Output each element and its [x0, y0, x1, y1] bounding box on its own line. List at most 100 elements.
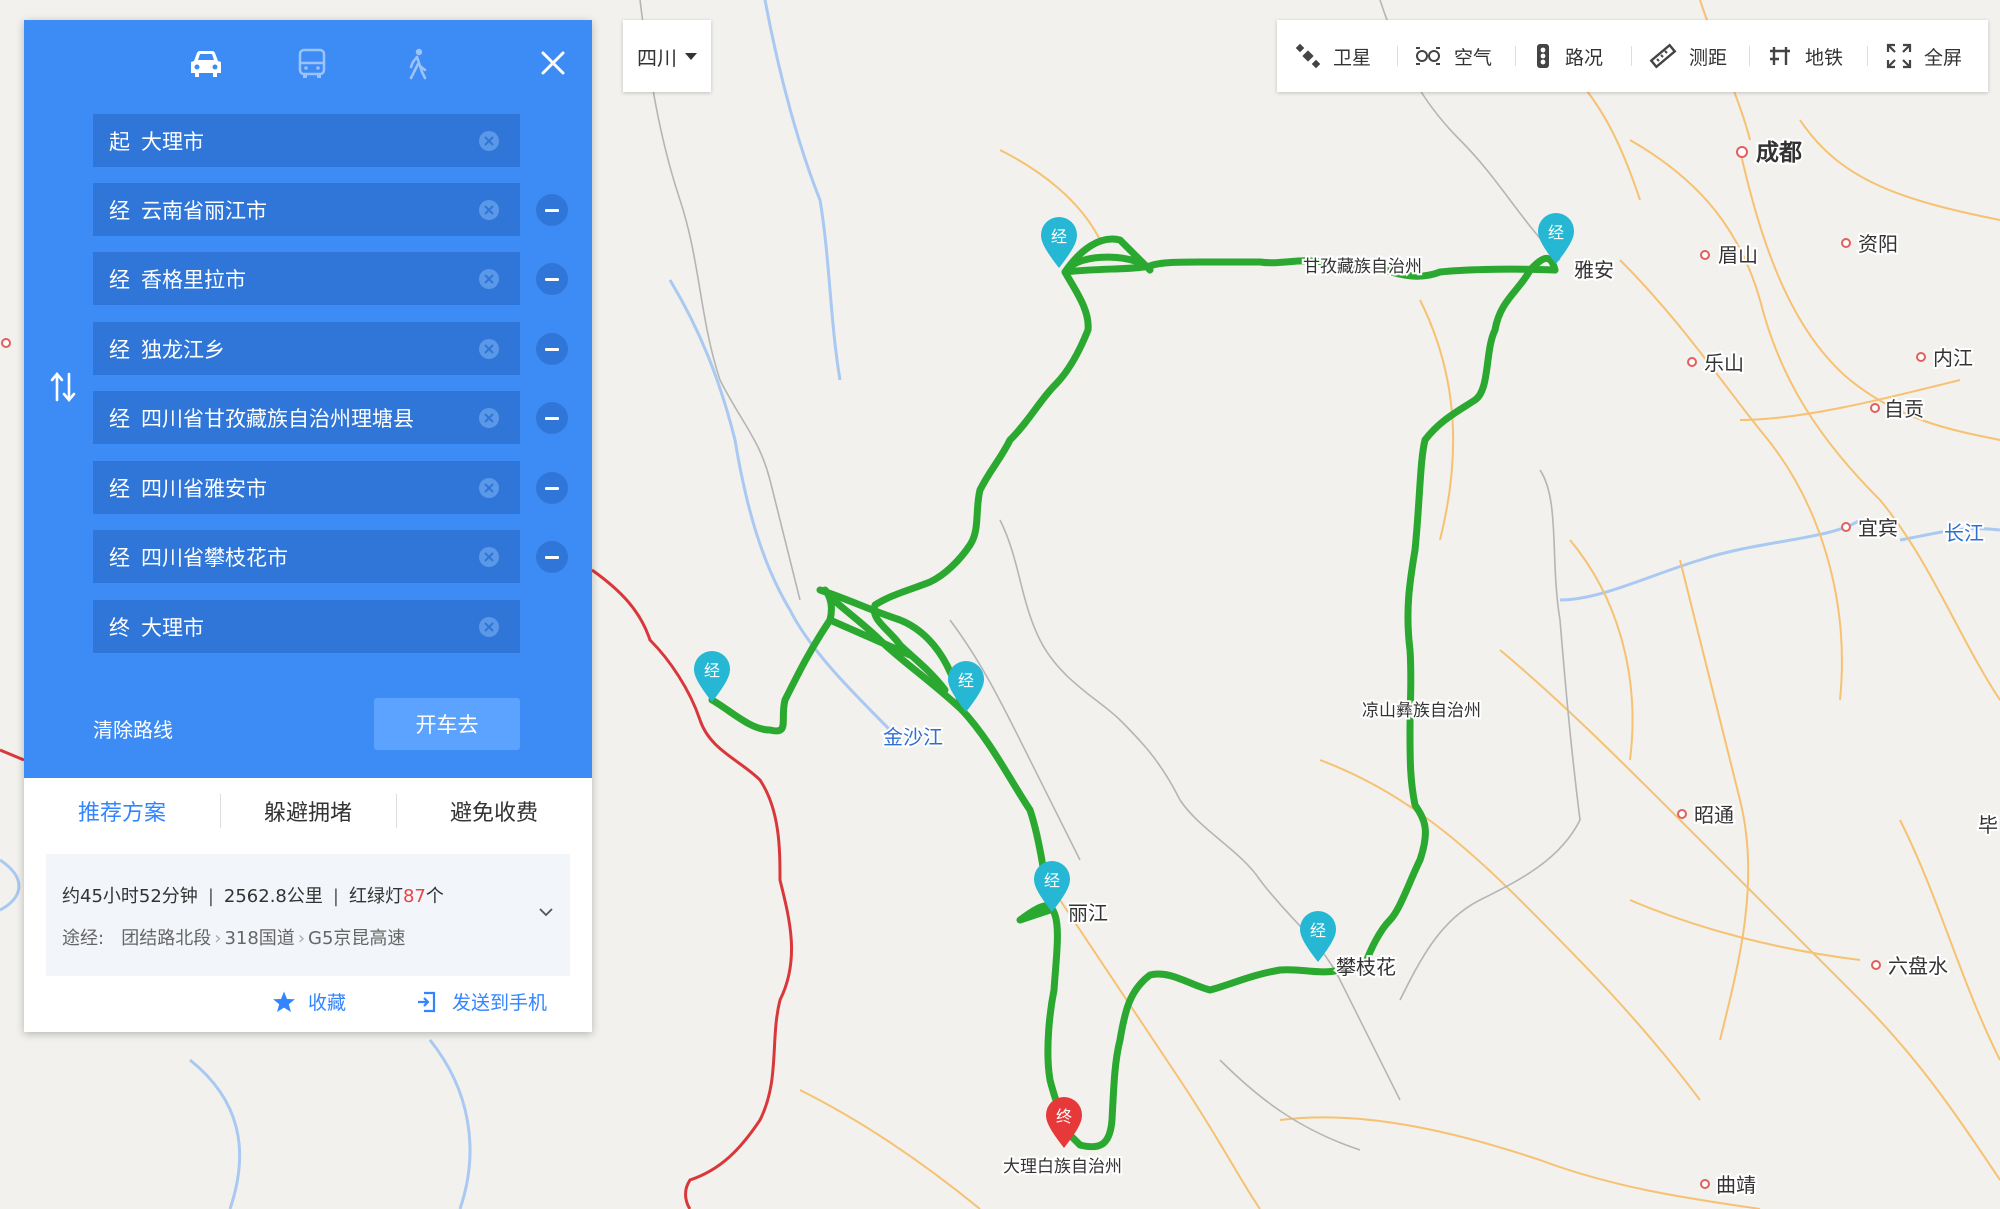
clear-field-icon[interactable]	[478, 338, 500, 360]
via-road: G5京昆高速	[308, 928, 406, 949]
drive-button[interactable]: 开车去	[374, 698, 520, 750]
swap-icon	[50, 371, 76, 403]
via-field-4[interactable]: 经 四川省甘孜藏族自治州理塘县	[93, 391, 520, 444]
air-quality-button[interactable]: 空气	[1414, 20, 1492, 92]
swap-route-button[interactable]	[48, 370, 78, 404]
caret-down-icon	[685, 52, 697, 60]
via-label: 途经:	[62, 928, 105, 949]
traffic-lights-unit: 个	[425, 886, 444, 907]
chevron-down-icon[interactable]	[538, 904, 554, 920]
measure-label: 测距	[1689, 46, 1728, 69]
route-summary-card[interactable]: 约45小时52分钟 | 2562.8公里 | 红绿灯87个 途经: 团结路北段 › 318国…	[46, 854, 570, 976]
tool-divider	[1867, 46, 1868, 66]
svg-text:成都: 成都	[1756, 140, 1802, 166]
svg-text:曲靖: 曲靖	[1716, 1173, 1756, 1197]
clear-field-icon[interactable]	[478, 407, 500, 429]
air-quality-icon	[1416, 47, 1440, 65]
waypoint-value: 四川省攀枝花市	[141, 545, 288, 570]
via-field-6[interactable]: 经 四川省攀枝花市	[93, 530, 520, 583]
waypoint-prefix: 经	[109, 406, 130, 431]
send-to-phone-icon	[418, 991, 436, 1012]
traffic-button[interactable]: 路况	[1533, 20, 1603, 92]
remove-via-button-2[interactable]	[536, 263, 568, 295]
svg-text:宜宾: 宜宾	[1858, 516, 1898, 540]
remove-via-button-4[interactable]	[536, 402, 568, 434]
measure-button[interactable]: 测距	[1649, 20, 1727, 92]
satellite-label: 卫星	[1333, 46, 1372, 69]
via-field-5[interactable]: 经 四川省雅安市	[93, 461, 520, 514]
svg-text:内江: 内江	[1933, 346, 1973, 370]
favorite-button[interactable]: 收藏	[272, 988, 346, 1015]
tool-divider	[1631, 46, 1632, 66]
tab-avoid-congestion[interactable]: 躲避拥堵	[220, 778, 396, 844]
ruler-icon	[1649, 43, 1677, 69]
svg-text:终: 终	[1056, 1107, 1072, 1126]
travel-mode-bar	[24, 20, 592, 110]
clear-field-icon[interactable]	[478, 546, 500, 568]
tab-recommended[interactable]: 推荐方案	[24, 778, 220, 844]
minus-icon	[545, 208, 559, 212]
bus-mode-button[interactable]	[292, 46, 332, 82]
remove-via-button-3[interactable]	[536, 333, 568, 365]
svg-text:经: 经	[1310, 921, 1326, 940]
walk-mode-button[interactable]	[398, 46, 438, 82]
traffic-lights-label: 红绿灯	[348, 886, 403, 907]
fullscreen-label: 全屏	[1924, 46, 1963, 69]
waypoint-prefix: 经	[109, 267, 130, 292]
send-to-phone-label: 发送到手机	[452, 992, 548, 1014]
via-road: 团结路北段	[121, 928, 212, 949]
svg-text:长江: 长江	[1944, 521, 1984, 545]
minus-icon	[545, 416, 559, 420]
svg-text:经: 经	[1044, 871, 1060, 890]
waypoint-prefix: 经	[109, 198, 130, 223]
waypoint-prefix: 经	[109, 337, 130, 362]
clear-field-icon[interactable]	[478, 199, 500, 221]
remove-via-button-6[interactable]	[536, 541, 568, 573]
svg-text:资阳: 资阳	[1858, 232, 1898, 256]
subway-icon	[1770, 47, 1790, 65]
remove-via-button-1[interactable]	[536, 194, 568, 226]
clear-route-link[interactable]: 清除路线	[93, 714, 173, 743]
via-field-3[interactable]: 经 独龙江乡	[93, 322, 520, 375]
clear-field-icon[interactable]	[478, 268, 500, 290]
waypoint-prefix: 终	[109, 615, 130, 640]
map-toolbar: 卫星 空气 路况 测距 地铁 全屏	[1277, 20, 1988, 92]
province-selector[interactable]: 四川	[623, 20, 711, 92]
minus-icon	[545, 347, 559, 351]
subway-button[interactable]: 地铁	[1767, 20, 1843, 92]
svg-text:经: 经	[1548, 223, 1564, 242]
close-panel-button[interactable]	[538, 48, 568, 78]
svg-text:眉山: 眉山	[1718, 243, 1758, 267]
car-icon	[191, 51, 221, 77]
clear-field-icon[interactable]	[478, 477, 500, 499]
waypoint-value: 香格里拉市	[141, 267, 246, 292]
via-field-1[interactable]: 经 云南省丽江市	[93, 183, 520, 236]
clear-field-icon[interactable]	[478, 616, 500, 638]
send-to-phone-button[interactable]: 发送到手机	[416, 988, 547, 1015]
waypoint-prefix: 起	[109, 129, 130, 154]
svg-text:经: 经	[958, 671, 974, 690]
waypoint-value: 云南省丽江市	[141, 198, 267, 223]
tab-avoid-tolls[interactable]: 避免收费	[396, 778, 592, 844]
close-icon	[541, 51, 565, 75]
remove-via-button-5[interactable]	[536, 472, 568, 504]
svg-text:自贡: 自贡	[1884, 397, 1924, 421]
end-field[interactable]: 终 大理市	[93, 600, 520, 653]
bus-icon	[298, 48, 326, 78]
svg-text:毕: 毕	[1978, 813, 1998, 837]
clear-field-icon[interactable]	[478, 130, 500, 152]
satellite-button[interactable]: 卫星	[1295, 20, 1371, 92]
svg-text:大理白族自治州: 大理白族自治州	[1003, 1157, 1122, 1177]
via-field-2[interactable]: 经 香格里拉市	[93, 252, 520, 305]
svg-text:金沙江: 金沙江	[883, 725, 943, 749]
waypoint-value: 独龙江乡	[141, 337, 225, 362]
svg-text:凉山彝族自治州: 凉山彝族自治州	[1362, 701, 1481, 721]
fullscreen-button[interactable]: 全屏	[1886, 20, 1962, 92]
via-road: 318国道	[224, 928, 295, 949]
svg-text:乐山: 乐山	[1704, 351, 1744, 375]
province-label: 四川	[637, 45, 677, 70]
waypoint-prefix: 经	[109, 545, 130, 570]
satellite-icon	[1295, 43, 1321, 69]
start-field[interactable]: 起 大理市	[93, 114, 520, 167]
car-mode-button[interactable]	[186, 46, 226, 82]
